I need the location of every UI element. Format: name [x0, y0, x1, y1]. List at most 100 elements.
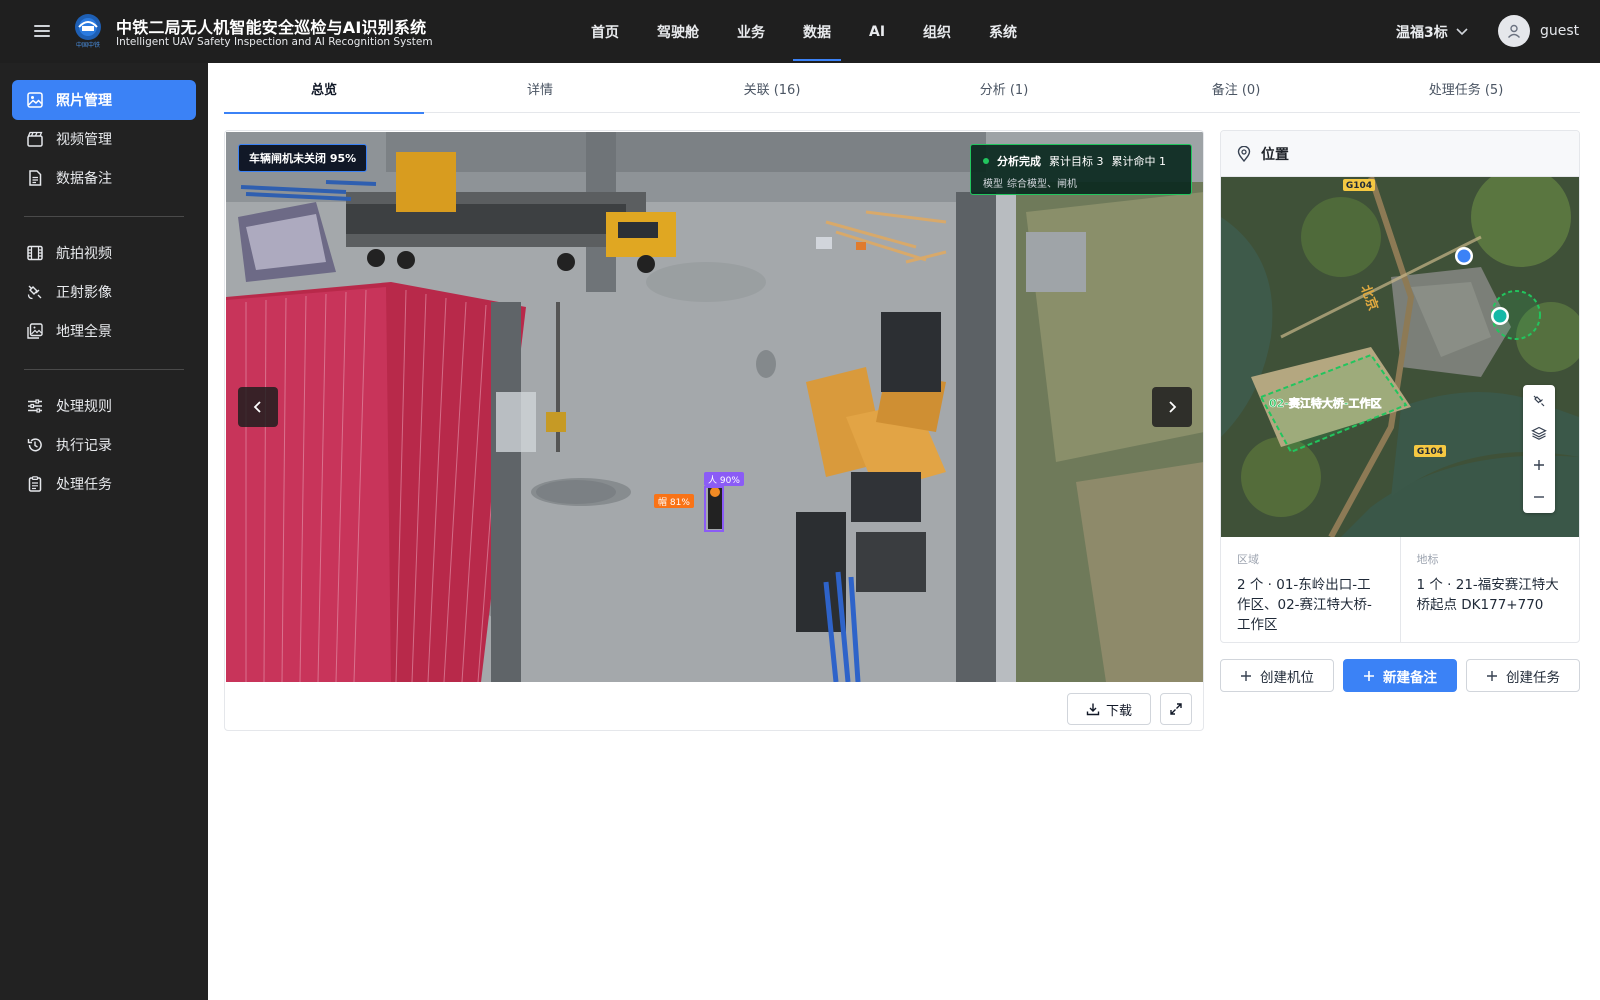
next-photo-button[interactable] — [1152, 387, 1192, 427]
nav-cockpit[interactable]: 驾驶舱 — [638, 0, 718, 63]
sidebar: 照片管理 视频管理 数据备注 航拍视频 正射影像 地理全景 处理规则 执行记录 … — [0, 63, 208, 1000]
image-icon — [27, 92, 43, 108]
map-satellite-button[interactable] — [1523, 385, 1555, 417]
create-task-label: 创建任务 — [1506, 669, 1560, 686]
sidebar-item-label: 正射影像 — [56, 285, 112, 301]
nav-ai[interactable]: AI — [850, 0, 904, 63]
analysis-models: 综合模型、闸机 — [1007, 179, 1077, 190]
nav-business[interactable]: 业务 — [718, 0, 784, 63]
chevron-right-icon — [1169, 401, 1177, 413]
detail-tabs: 总览 详情 关联 (16) 分析 (1) 备注 (0) 处理任务 (5) — [224, 63, 1580, 114]
company-logo: 中国中铁 — [71, 13, 105, 49]
analysis-hits: 累计命中 1 — [1111, 155, 1167, 168]
project-name: 温福3标 — [1396, 25, 1448, 41]
tab-notes[interactable]: 备注 (0) — [1120, 63, 1352, 113]
app-title: 中铁二局无人机智能安全巡检与AI识别系统 — [116, 18, 427, 37]
analysis-status: 分析完成 — [997, 155, 1041, 168]
location-title: 位置 — [1261, 146, 1289, 163]
chevron-down-icon — [1456, 28, 1468, 36]
download-icon — [1086, 703, 1100, 716]
sidebar-item-processing-rules[interactable]: 处理规则 — [12, 386, 196, 426]
map-zoom-in-button[interactable] — [1523, 449, 1555, 481]
sidebar-item-data-notes[interactable]: 数据备注 — [12, 158, 196, 198]
analysis-model-label: 模型 — [983, 179, 1003, 190]
tab-analysis[interactable]: 分析 (1) — [888, 63, 1120, 113]
layers-icon — [1531, 426, 1547, 440]
sidebar-divider — [24, 369, 184, 370]
top-bar: 中国中铁 中铁二局无人机智能安全巡检与AI识别系统 Intelligent UA… — [0, 0, 1600, 63]
aerial-photo[interactable]: 车辆闸机未关闭 95% 分析完成 累计目标 3 累计命中 1 模型 综合模型、闸机… — [226, 132, 1203, 682]
sidebar-divider — [24, 216, 184, 217]
fullscreen-button[interactable] — [1160, 693, 1192, 725]
plus-icon — [1487, 670, 1497, 681]
download-button[interactable]: 下载 — [1067, 693, 1151, 725]
plus-icon — [1364, 670, 1374, 681]
sidebar-item-processing-tasks[interactable]: 处理任务 — [12, 464, 196, 504]
area-info: 区域 2 个 · 01-东岭出口-工作区、02-赛江特大桥-工作区 — [1221, 537, 1400, 642]
sidebar-item-label: 执行记录 — [56, 438, 112, 454]
project-select[interactable]: 温福3标 — [1396, 22, 1468, 42]
aerial-photo-scene — [226, 132, 1203, 682]
sidebar-item-orthophoto[interactable]: 正射影像 — [12, 272, 196, 312]
map-road-label-bottom: G104 — [1417, 447, 1443, 457]
sidebar-item-video-management[interactable]: 视频管理 — [12, 119, 196, 159]
landmark-value: 1 个 · 21-福安赛江特大桥起点 DK177+770 — [1416, 577, 1559, 613]
sidebar-item-label: 数据备注 — [56, 171, 112, 187]
create-position-button[interactable]: 创建机位 — [1220, 659, 1334, 692]
nav-home[interactable]: 首页 — [572, 0, 638, 63]
sidebar-item-aerial-video[interactable]: 航拍视频 — [12, 233, 196, 273]
user-icon — [1507, 24, 1521, 38]
sidebar-item-label: 处理规则 — [56, 399, 112, 415]
map-layers-button[interactable] — [1523, 417, 1555, 449]
sliders-icon — [28, 399, 42, 413]
satellite-icon — [27, 285, 42, 300]
app-subtitle: Intelligent UAV Safety Inspection and AI… — [116, 36, 433, 48]
nav-data[interactable]: 数据 — [784, 0, 850, 63]
landmark-info: 地标 1 个 · 21-福安赛江特大桥起点 DK177+770 — [1399, 537, 1580, 642]
map-zoom-out-button[interactable] — [1523, 481, 1555, 513]
sidebar-item-label: 照片管理 — [56, 93, 112, 109]
sidebar-item-label: 处理任务 — [56, 477, 112, 493]
panorama-icon — [27, 323, 43, 339]
history-icon — [27, 438, 42, 452]
map-road-label-top: G104 — [1346, 181, 1372, 191]
analysis-status-box: 分析完成 累计目标 3 累计命中 1 模型 综合模型、闸机 — [970, 144, 1192, 195]
avatar — [1498, 15, 1530, 47]
location-panel: 位置 G104 G104 北京 02-赛江特大桥-工作区 区域 2 个 · 01… — [1220, 130, 1580, 643]
chevron-left-icon — [253, 401, 261, 413]
map-work-area-label: 02-赛江特大桥-工作区 — [1269, 396, 1381, 410]
expand-icon — [1170, 703, 1182, 715]
location-map[interactable]: G104 G104 北京 02-赛江特大桥-工作区 — [1221, 177, 1579, 537]
create-position-label: 创建机位 — [1260, 669, 1314, 686]
sidebar-item-execution-log[interactable]: 执行记录 — [12, 425, 196, 465]
location-pin-icon — [1237, 145, 1251, 162]
tab-details[interactable]: 详情 — [424, 63, 656, 113]
tab-overview[interactable]: 总览 — [224, 63, 424, 114]
previous-photo-button[interactable] — [238, 387, 278, 427]
location-actions: 创建机位 新建备注 创建任务 — [1220, 659, 1580, 692]
map-toolbar — [1523, 385, 1555, 513]
create-task-button[interactable]: 创建任务 — [1466, 659, 1580, 692]
video-icon — [27, 131, 43, 147]
alert-tag: 车辆闸机未关闭 95% — [238, 144, 368, 172]
detection-box-person — [704, 486, 724, 532]
status-dot — [983, 158, 989, 164]
area-label: 区域 — [1237, 553, 1259, 566]
sidebar-item-photo-management[interactable]: 照片管理 — [12, 80, 196, 120]
new-note-label: 新建备注 — [1383, 669, 1437, 686]
analysis-targets: 累计目标 3 — [1049, 155, 1104, 168]
sidebar-item-label: 航拍视频 — [56, 246, 112, 262]
nav-system[interactable]: 系统 — [970, 0, 1036, 63]
plus-icon — [1534, 460, 1544, 470]
tab-processing-tasks[interactable]: 处理任务 (5) — [1352, 63, 1580, 113]
landmark-label: 地标 — [1416, 553, 1439, 566]
nav-organization[interactable]: 组织 — [904, 0, 970, 63]
top-nav: 首页 驾驶舱 业务 数据 AI 组织 系统 — [572, 0, 1036, 63]
sidebar-item-geo-panorama[interactable]: 地理全景 — [12, 311, 196, 351]
new-note-button[interactable]: 新建备注 — [1343, 659, 1457, 692]
tab-related[interactable]: 关联 (16) — [656, 63, 888, 113]
detection-label-person: 人 90% — [704, 472, 744, 486]
detection-label-helmet: 帽 81% — [654, 494, 694, 508]
user-menu[interactable]: guest — [1498, 15, 1579, 47]
menu-toggle-icon[interactable] — [34, 22, 50, 40]
